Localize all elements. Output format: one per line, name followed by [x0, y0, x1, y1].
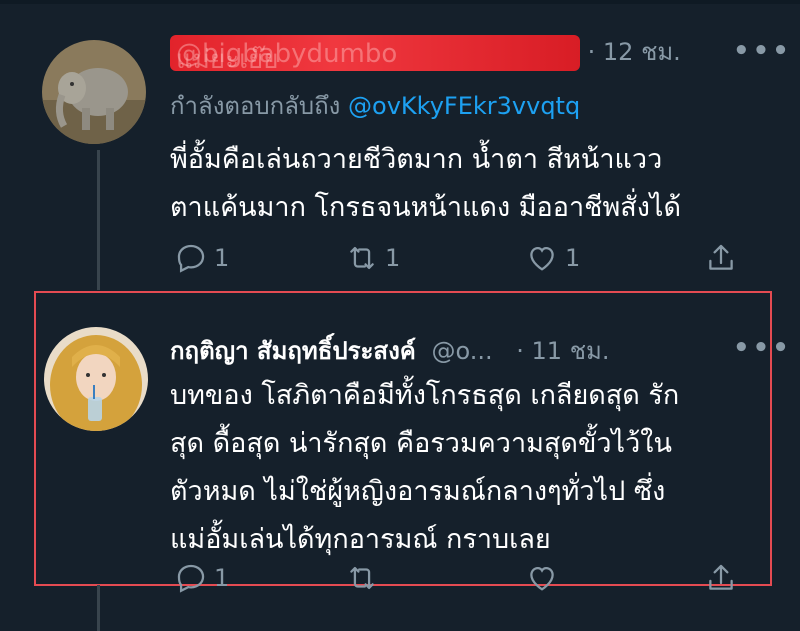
tweet2-text: บทของ โสภิตาคือมีทั้งโกรธสุด เกลียดสุด ร…: [170, 372, 679, 564]
reply-to-line: กำลังตอบกลับถึง @ovKkyFEkr3vvqtq: [170, 86, 580, 125]
tweet2-display-name[interactable]: กฤติญา สัมฤทธิ์ประสงค์: [170, 337, 416, 365]
reply-button[interactable]: 1: [174, 558, 229, 598]
thread-connector-bottom: [97, 585, 100, 631]
tweet1-time[interactable]: · 12 ชม.: [588, 38, 681, 66]
tweet2-header: กฤติญา สัมฤทธิ์ประสงค์ @o... · 11 ชม.: [170, 331, 609, 370]
avatar-elephant[interactable]: [42, 40, 146, 144]
top-edge: [0, 0, 800, 4]
tweet2-text-line: สุด ดื้อสุด น่ารักสุด คือรวมความสุดขั้วไ…: [170, 428, 672, 459]
reply-icon: [177, 244, 205, 273]
retweet-icon: [350, 246, 374, 270]
tweet1-text-line: ตาแค้นมาก โกรธจนหน้าแดง มืออาชีพสั่งได้: [170, 192, 682, 223]
more-icon[interactable]: •••: [733, 36, 792, 66]
reply-prefix: กำลังตอบกลับถึง: [170, 92, 341, 120]
tweet2-actions: 1: [170, 558, 770, 598]
reply-count: 1: [214, 244, 230, 272]
retweet-count: 1: [385, 244, 401, 272]
share-button[interactable]: [704, 238, 738, 278]
share-icon: [709, 564, 733, 590]
share-button[interactable]: [704, 558, 738, 598]
tweet2-handle[interactable]: @o...: [431, 337, 492, 365]
reply-button[interactable]: 1: [174, 238, 229, 278]
like-button[interactable]: 1: [525, 238, 580, 278]
avatar-woman[interactable]: [44, 327, 148, 431]
retweet-icon: [350, 566, 374, 590]
reply-icon: [177, 564, 205, 593]
tweet2-text-line: แม่อั้มเล่นได้ทุกอารมณ์ กราบเลย: [170, 524, 551, 555]
tweet1-header: แม่ยะเย๊ย @bigbabydumbo · 12 ชม.: [170, 32, 681, 75]
tweet2-text-line: ตัวหมด ไม่ใช่ผู้หญิงอารมณ์กลางๆทั่วไป ซึ…: [170, 476, 666, 507]
retweet-button[interactable]: [345, 558, 379, 598]
tweet1-handle: @bigbabydumbo: [176, 39, 398, 69]
heart-icon: [530, 566, 554, 591]
reply-mention-link[interactable]: @ovKkyFEkr3vvqtq: [348, 92, 580, 120]
like-count: 1: [565, 244, 581, 272]
elephant-avatar-image: [42, 40, 146, 144]
heart-icon: [530, 246, 554, 271]
reply-count: 1: [214, 564, 230, 592]
redacted-author[interactable]: แม่ยะเย๊ย @bigbabydumbo: [170, 35, 580, 75]
tweet2-text-line: บทของ โสภิตาคือมีทั้งโกรธสุด เกลียดสุด ร…: [170, 380, 680, 411]
share-icon: [709, 244, 733, 270]
like-button[interactable]: [525, 558, 559, 598]
tweet2-time[interactable]: · 11 ชม.: [516, 337, 609, 365]
woman-avatar-image: [44, 327, 148, 431]
thread-connector: [97, 150, 100, 290]
retweet-button[interactable]: 1: [345, 238, 400, 278]
tweet1-actions: 1 1 1: [170, 238, 770, 278]
tweet1-text: พี่อั้มคือเล่นถวายชีวิตมาก น้ำตา สีหน้าแ…: [170, 136, 681, 232]
tweet1-text-line: พี่อั้มคือเล่นถวายชีวิตมาก น้ำตา สีหน้าแ…: [170, 144, 663, 175]
more-icon[interactable]: •••: [733, 333, 792, 363]
